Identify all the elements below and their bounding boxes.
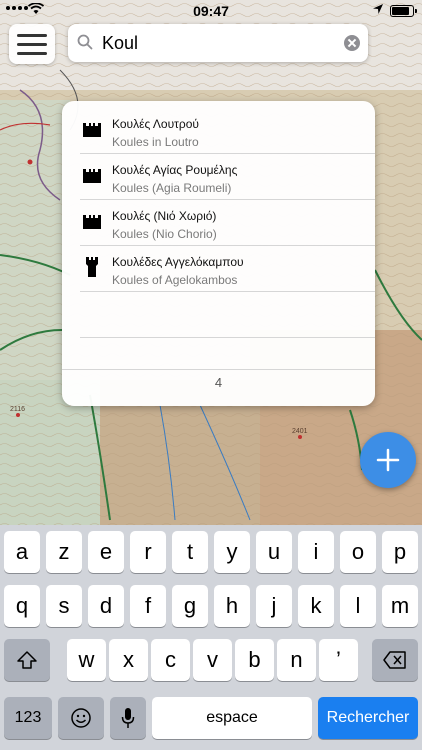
hamburger-line: [17, 51, 47, 55]
search-results-panel: Κουλές Λουτρού Koules in Loutro Κουλές Α…: [62, 101, 375, 406]
divider: [62, 369, 375, 370]
key[interactable]: v: [193, 639, 232, 681]
tower-icon: [86, 257, 98, 277]
key[interactable]: l: [340, 585, 376, 627]
result-subtitle: Koules (Agia Roumeli): [112, 181, 232, 195]
result-title: Κουλές (Νιό Χωριό): [112, 209, 217, 223]
emoji-icon: [71, 708, 91, 728]
result-count: 4: [214, 375, 223, 390]
shift-key[interactable]: [4, 639, 50, 681]
key[interactable]: x: [109, 639, 148, 681]
key[interactable]: w: [67, 639, 106, 681]
castle-icon: [83, 169, 101, 183]
key[interactable]: s: [46, 585, 82, 627]
key[interactable]: b: [235, 639, 274, 681]
delete-key[interactable]: [372, 639, 418, 681]
result-subtitle: Koules (Nio Chorio): [112, 227, 217, 241]
result-title: Κουλές Αγίας Ρουμέλης: [112, 163, 238, 177]
result-item[interactable]: Κουλέδες Αγγελόκαμπου Koules of Agelokam…: [80, 245, 375, 292]
add-button[interactable]: [360, 432, 416, 488]
key[interactable]: n: [277, 639, 316, 681]
result-title: Κουλές Λουτρού: [112, 117, 199, 131]
keyboard: a z e r t y u i o p q s d f g h j k l m …: [0, 525, 422, 750]
castle-icon: [83, 215, 101, 229]
shift-icon: [17, 651, 37, 669]
search-input[interactable]: [100, 28, 334, 58]
elevation-label: 2401: [292, 428, 308, 435]
key[interactable]: g: [172, 585, 208, 627]
key[interactable]: q: [4, 585, 40, 627]
search-return-key[interactable]: Rechercher: [318, 697, 418, 739]
key[interactable]: c: [151, 639, 190, 681]
result-subtitle: Koules of Agelokambos: [112, 273, 238, 287]
key[interactable]: e: [88, 531, 124, 573]
key[interactable]: k: [298, 585, 334, 627]
key[interactable]: y: [214, 531, 250, 573]
backspace-icon: [383, 651, 406, 669]
clear-search-icon[interactable]: [344, 35, 360, 51]
emoji-key[interactable]: [58, 697, 104, 739]
key[interactable]: z: [46, 531, 82, 573]
key[interactable]: i: [298, 531, 334, 573]
hamburger-line: [17, 33, 47, 37]
empty-row: [80, 291, 375, 338]
key[interactable]: j: [256, 585, 292, 627]
result-item[interactable]: Κουλές (Νιό Χωριό) Koules (Nio Chorio): [80, 199, 375, 246]
hamburger-line: [17, 42, 47, 46]
castle-icon: [83, 123, 101, 137]
dictation-key[interactable]: [110, 697, 146, 739]
result-item[interactable]: Κουλές Λουτρού Koules in Loutro: [80, 107, 375, 154]
apostrophe-key[interactable]: ’: [319, 639, 358, 681]
search-bar[interactable]: [68, 24, 368, 62]
key[interactable]: d: [88, 585, 124, 627]
result-item[interactable]: Κουλές Αγίας Ρουμέλης Koules (Agia Roume…: [80, 153, 375, 200]
key[interactable]: h: [214, 585, 250, 627]
key[interactable]: u: [256, 531, 292, 573]
plus-icon: [376, 448, 400, 472]
search-icon: [77, 34, 93, 50]
battery-icon: [390, 5, 417, 17]
key[interactable]: r: [130, 531, 166, 573]
status-bar: 09:47: [0, 0, 422, 22]
result-subtitle: Koules in Loutro: [112, 135, 199, 149]
menu-button[interactable]: [9, 24, 55, 64]
key[interactable]: f: [130, 585, 166, 627]
key[interactable]: o: [340, 531, 376, 573]
key[interactable]: t: [172, 531, 208, 573]
key[interactable]: m: [382, 585, 418, 627]
clock: 09:47: [193, 3, 229, 19]
elevation-label: 2116: [10, 406, 26, 413]
location-arrow-icon: [373, 4, 383, 14]
microphone-icon: [121, 708, 135, 728]
key[interactable]: p: [382, 531, 418, 573]
key[interactable]: a: [4, 531, 40, 573]
space-key[interactable]: espace: [152, 697, 312, 739]
result-title: Κουλέδες Αγγελόκαμπου: [112, 255, 244, 269]
numbers-key[interactable]: 123: [4, 697, 52, 739]
